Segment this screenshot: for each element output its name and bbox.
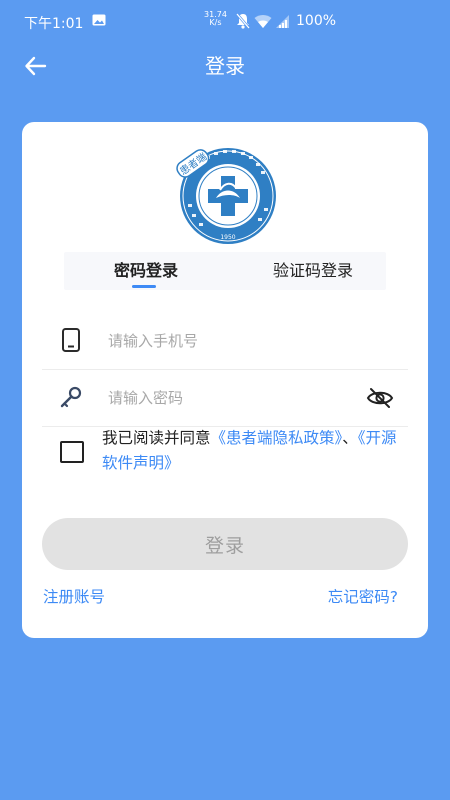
password-field xyxy=(42,369,408,427)
title-bar: 登录 xyxy=(0,44,450,88)
status-bar: 下午1:01 31.74 K/s 100% xyxy=(0,0,450,44)
password-input[interactable] xyxy=(108,383,348,413)
key-icon xyxy=(60,386,82,408)
mute-icon xyxy=(236,13,250,29)
agreement-prefix: 我已阅读并同意 xyxy=(102,429,211,447)
agreement-text: 我已阅读并同意《患者端隐私政策》、《开源软件声明》 xyxy=(102,426,402,476)
login-tabs: 密码登录 验证码登录 xyxy=(64,252,386,290)
active-tab-indicator xyxy=(132,285,156,288)
forgot-password-link[interactable]: 忘记密码? xyxy=(328,585,398,607)
page-title: 登录 xyxy=(205,54,245,78)
login-button[interactable]: 登录 xyxy=(42,518,408,570)
battery-level: 100% xyxy=(296,13,337,29)
toggle-password-visibility[interactable] xyxy=(366,385,394,411)
phone-field xyxy=(42,312,408,370)
status-time: 下午1:01 xyxy=(24,16,84,32)
net-speed: 31.74 K/s xyxy=(204,11,227,27)
phone-icon xyxy=(62,328,80,352)
gallery-icon xyxy=(92,14,106,26)
eye-off-icon xyxy=(366,388,394,408)
phone-input[interactable] xyxy=(108,326,348,356)
tab-code-login[interactable]: 验证码登录 xyxy=(248,252,378,290)
wifi-icon xyxy=(254,15,272,28)
agreement-separator: 、 xyxy=(342,429,358,447)
net-speed-unit: K/s xyxy=(209,18,222,27)
hospital-logo: 患者端 1950 xyxy=(176,148,276,244)
agreement-checkbox[interactable] xyxy=(60,441,84,463)
register-link[interactable]: 注册账号 xyxy=(43,585,105,607)
login-card: 患者端 1950 密码登录 验证码登录 我已阅读并同意《患 xyxy=(22,122,428,638)
signal-icon xyxy=(276,15,289,28)
logo-year: 1950 xyxy=(220,234,235,241)
privacy-policy-link[interactable]: 《患者端隐私政策》 xyxy=(211,429,343,447)
